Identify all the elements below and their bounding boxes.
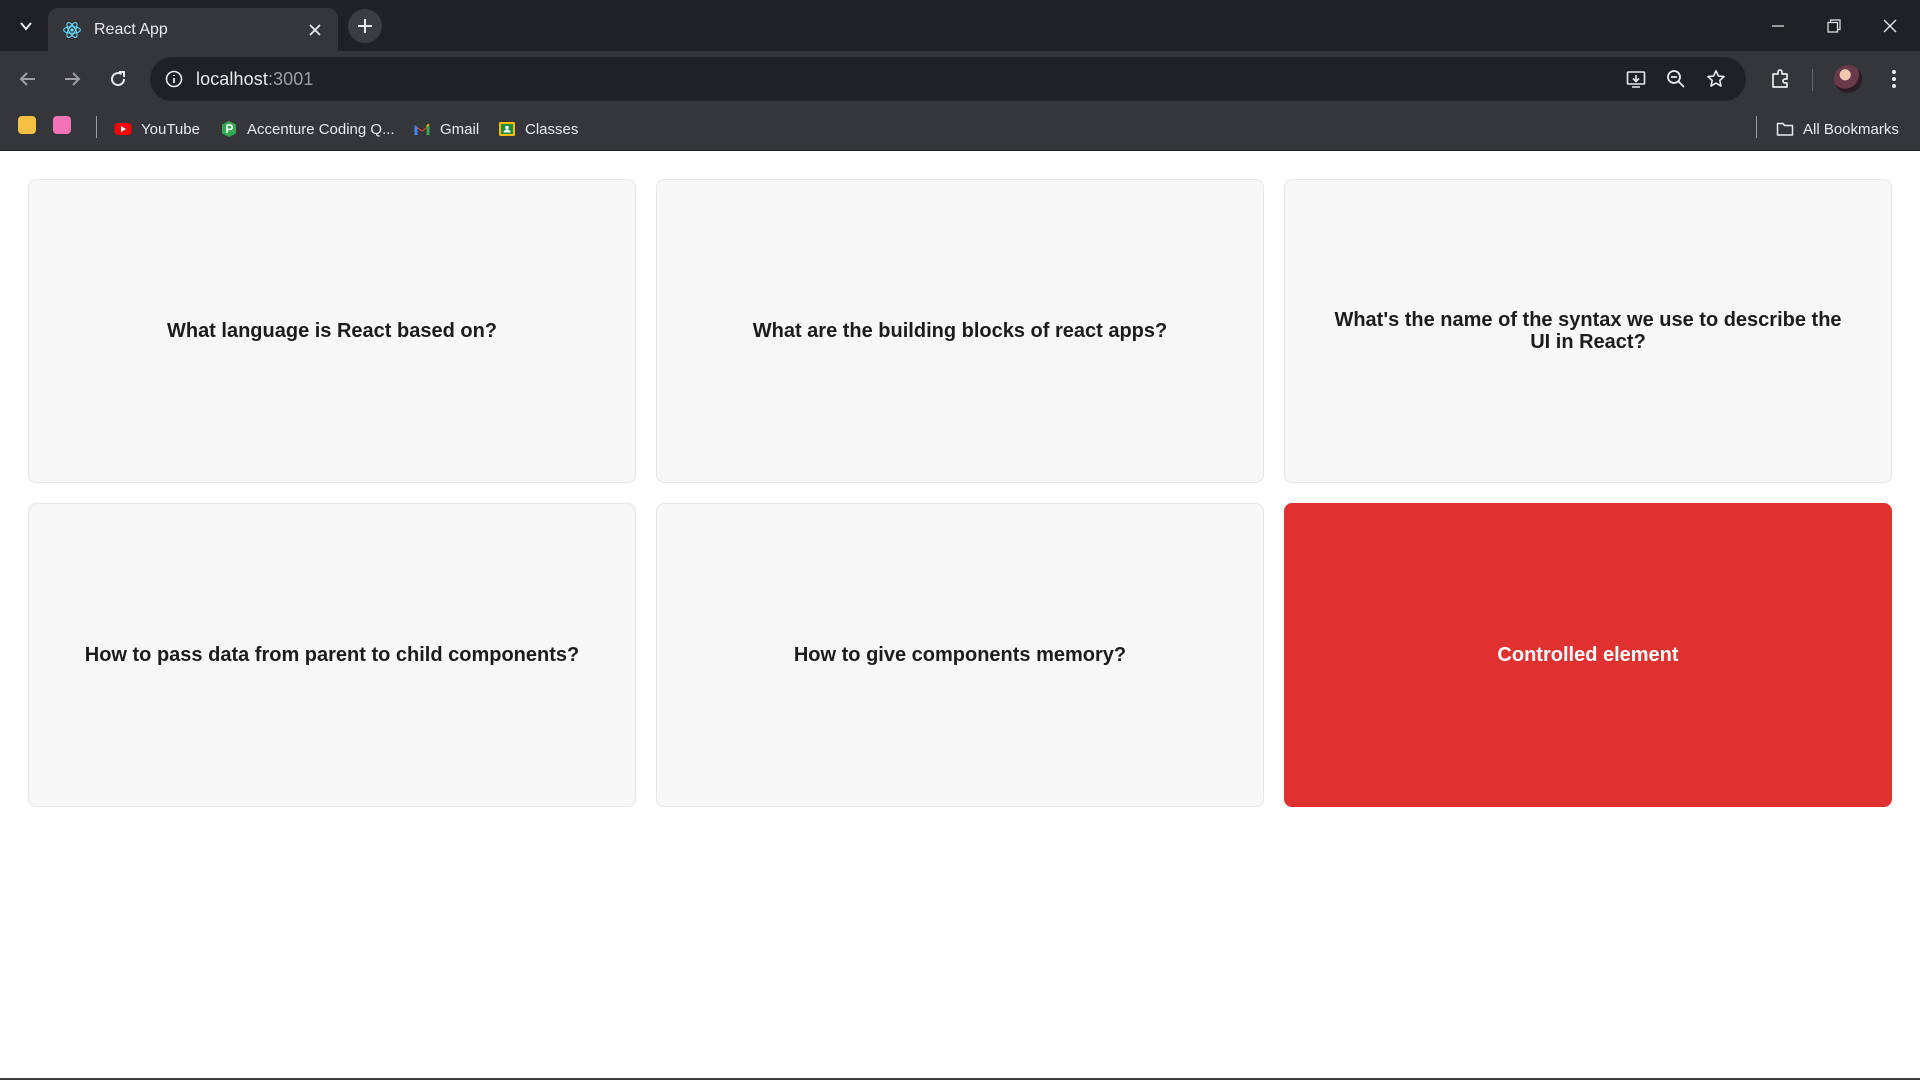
- reload-icon: [111, 71, 126, 87]
- bookmark-accenture[interactable]: Accenture Coding Q...: [220, 116, 395, 142]
- bookmarks-divider: [1756, 116, 1757, 138]
- folder-icon: [1776, 122, 1794, 136]
- flashcard[interactable]: What's the name of the syntax we use to …: [1284, 179, 1892, 483]
- flashcard-question: What's the name of the syntax we use to …: [1334, 309, 1842, 353]
- bookmark-pink-tile[interactable]: [53, 116, 71, 134]
- bookmark-label: Classes: [525, 120, 579, 138]
- reload-button[interactable]: [102, 63, 134, 95]
- youtube-icon: [114, 123, 132, 135]
- tab-close-button[interactable]: [304, 19, 326, 41]
- profile-avatar[interactable]: [1834, 65, 1862, 93]
- bookmark-classes[interactable]: Classes: [498, 116, 578, 142]
- flashcard-answer: Controlled element: [1497, 644, 1679, 666]
- url-host: localhost: [196, 69, 268, 89]
- toolbar-divider: [1812, 69, 1813, 91]
- classroom-icon: [499, 122, 515, 136]
- arrow-right-icon: [65, 72, 81, 86]
- all-bookmarks-label: All Bookmarks: [1803, 120, 1899, 138]
- flashcard-question: How to give components memory?: [793, 644, 1127, 666]
- bookmarks-divider: [96, 116, 97, 138]
- accenture-icon: [222, 121, 236, 137]
- tab-react-app[interactable]: React App: [48, 8, 338, 51]
- flashcard[interactable]: How to give components memory?: [656, 503, 1264, 807]
- arrow-left-icon: [19, 72, 35, 86]
- tab-strip: React App: [0, 0, 1920, 51]
- new-tab-button[interactable]: [348, 9, 382, 43]
- chevron-down-icon: [20, 22, 32, 31]
- forward-button[interactable]: [56, 63, 88, 95]
- flashcard-selected[interactable]: Controlled element: [1284, 503, 1892, 807]
- minimize-icon: [1772, 24, 1784, 27]
- close-icon: [1883, 19, 1897, 32]
- bookmark-gmail[interactable]: Gmail: [413, 116, 479, 142]
- tab-title: React App: [94, 20, 168, 38]
- url-port: :3001: [267, 69, 314, 89]
- extensions-button[interactable]: [1765, 63, 1797, 95]
- flashcard[interactable]: How to pass data from parent to child co…: [28, 503, 636, 807]
- plus-icon: [358, 19, 372, 33]
- bookmark-label: YouTube: [141, 120, 200, 138]
- flashcard-question: How to pass data from parent to child co…: [84, 644, 580, 666]
- bookmark-yellow-tile[interactable]: [18, 116, 36, 134]
- bookmark-label: Gmail: [440, 120, 480, 138]
- address-bar[interactable]: localhost:3001: [150, 57, 1746, 101]
- menu-button[interactable]: [1878, 63, 1910, 95]
- kebab-menu-icon: [1892, 70, 1896, 88]
- puzzle-icon: [1772, 69, 1788, 88]
- tab-search-button[interactable]: [12, 12, 40, 40]
- close-icon: [309, 23, 321, 36]
- react-atom-icon: [63, 21, 81, 38]
- install-app-icon[interactable]: [1624, 67, 1648, 91]
- back-button[interactable]: [12, 63, 44, 95]
- restore-icon: [1827, 18, 1841, 33]
- bookmark-youtube[interactable]: YouTube: [114, 116, 200, 142]
- flashcard-question: What are the building blocks of react ap…: [752, 320, 1168, 342]
- window-close-button[interactable]: [1862, 0, 1918, 51]
- bookmark-star-icon[interactable]: [1704, 67, 1728, 91]
- flashcard-question: What language is React based on?: [166, 320, 498, 342]
- flashcard[interactable]: What are the building blocks of react ap…: [656, 179, 1264, 483]
- restore-button[interactable]: [1806, 0, 1862, 51]
- gmail-icon: [414, 123, 430, 135]
- flashcard[interactable]: What language is React based on?: [28, 179, 636, 483]
- browser-toolbar: localhost:3001: [0, 51, 1920, 107]
- zoom-icon[interactable]: [1664, 67, 1688, 91]
- url-text: localhost:3001: [196, 69, 314, 90]
- site-info-icon[interactable]: [162, 67, 186, 91]
- page-content: What language is React based on? What ar…: [0, 151, 1920, 1080]
- minimize-button[interactable]: [1750, 0, 1806, 51]
- bookmark-label: Accenture Coding Q...: [247, 120, 395, 138]
- all-bookmarks-button[interactable]: All Bookmarks: [1776, 116, 1899, 142]
- flashcards-grid: What language is React based on? What ar…: [28, 179, 1892, 807]
